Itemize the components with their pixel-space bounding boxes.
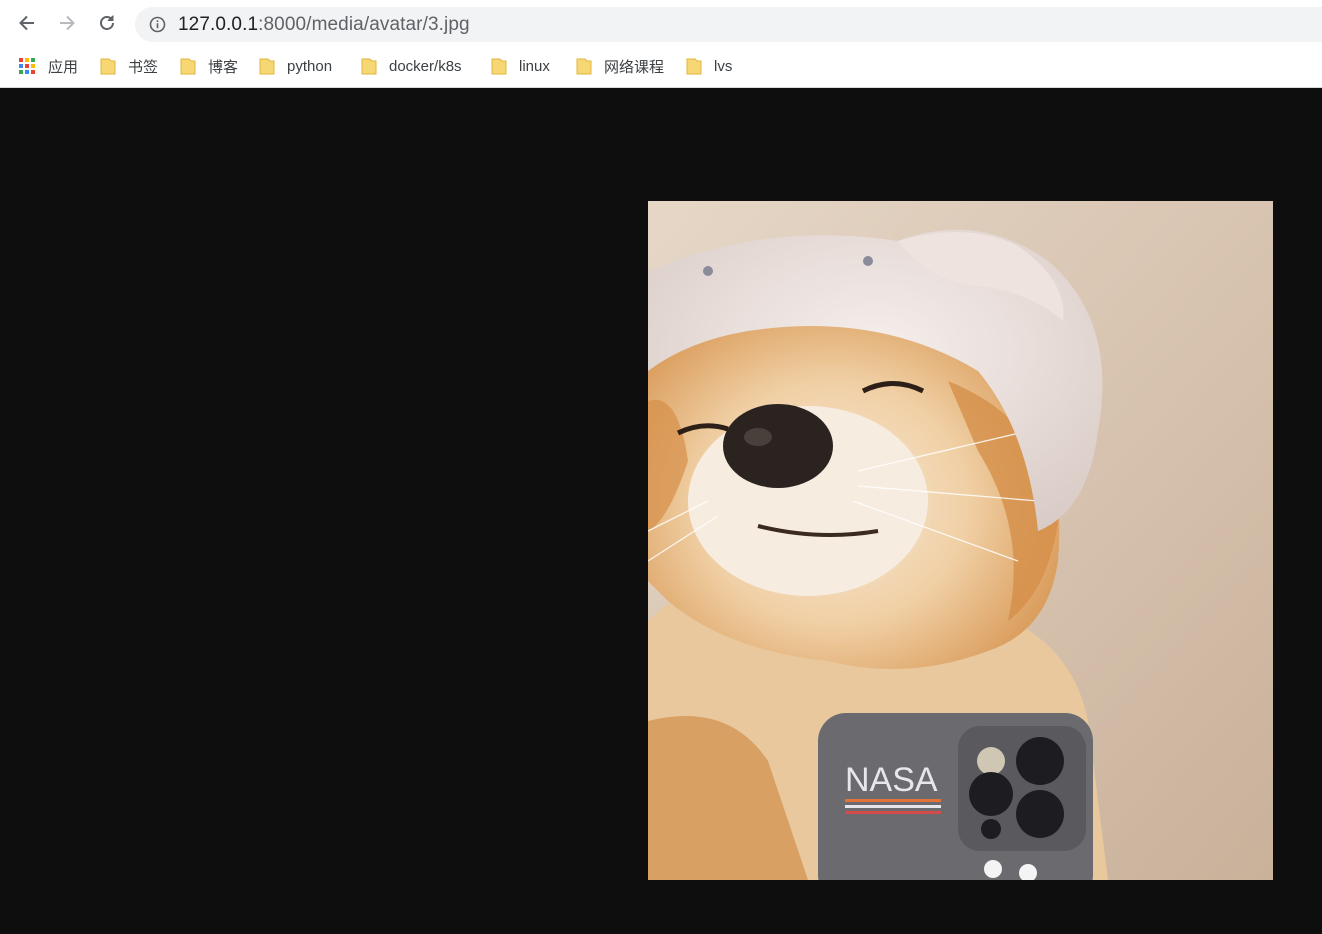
info-circle-icon[interactable] (149, 16, 166, 33)
folder-icon (491, 58, 507, 75)
image-viewer: NASA (0, 88, 1322, 934)
bookmark-label: 网络课程 (604, 58, 665, 76)
bookmark-label: 博客 (208, 58, 239, 76)
url-text[interactable]: 127.0.0.1:8000/media/avatar/3.jpg (178, 14, 470, 35)
folder-icon (686, 58, 702, 75)
url-path: :8000/media/avatar/3.jpg (258, 14, 470, 35)
shiba-dog-photo: NASA (648, 201, 1273, 880)
folder-icon (259, 58, 275, 75)
reload-icon (100, 15, 114, 30)
bookmark-label: linux (519, 57, 550, 75)
bookmark-apps[interactable]: 应用 (19, 55, 78, 77)
browser-toolbar: 127.0.0.1:8000/media/avatar/3.jpg (0, 0, 1322, 46)
arrow-left-icon (19, 15, 34, 31)
phone-case-text: NASA (845, 761, 938, 799)
bookmark-folder-linux[interactable]: linux (491, 55, 550, 77)
bookmark-label: 书签 (128, 58, 159, 76)
arrow-right-icon (60, 15, 75, 31)
back-button[interactable] (12, 8, 42, 38)
bookmark-label: lvs (714, 57, 733, 75)
bookmark-label: python (287, 57, 333, 75)
folder-icon (100, 58, 116, 75)
url-host: 127.0.0.1 (178, 14, 259, 35)
bookmark-folder-python[interactable]: python (259, 55, 332, 77)
folder-icon (576, 58, 592, 75)
forward-button[interactable] (52, 8, 82, 38)
bookmark-folder-blog[interactable]: 博客 (180, 55, 238, 77)
bookmark-folder-courses[interactable]: 网络课程 (576, 55, 664, 77)
folder-icon (180, 58, 196, 75)
avatar-image[interactable]: NASA (648, 201, 1273, 880)
apps-grid-icon (19, 57, 36, 75)
bookmark-folder-bookmarks[interactable]: 书签 (100, 55, 158, 77)
address-bar[interactable]: 127.0.0.1:8000/media/avatar/3.jpg (135, 7, 1322, 42)
bookmark-folder-lvs[interactable]: lvs (686, 55, 732, 77)
bookmark-folder-docker[interactable]: docker/k8s (361, 55, 462, 77)
reload-button[interactable] (92, 8, 122, 38)
bookmarks-bar: 应用 书签 博客 python docker/k8s linux 网络课程 lv… (0, 46, 1322, 88)
bookmark-label: docker/k8s (389, 57, 462, 75)
bookmark-label: 应用 (48, 58, 79, 76)
folder-icon (361, 58, 377, 75)
